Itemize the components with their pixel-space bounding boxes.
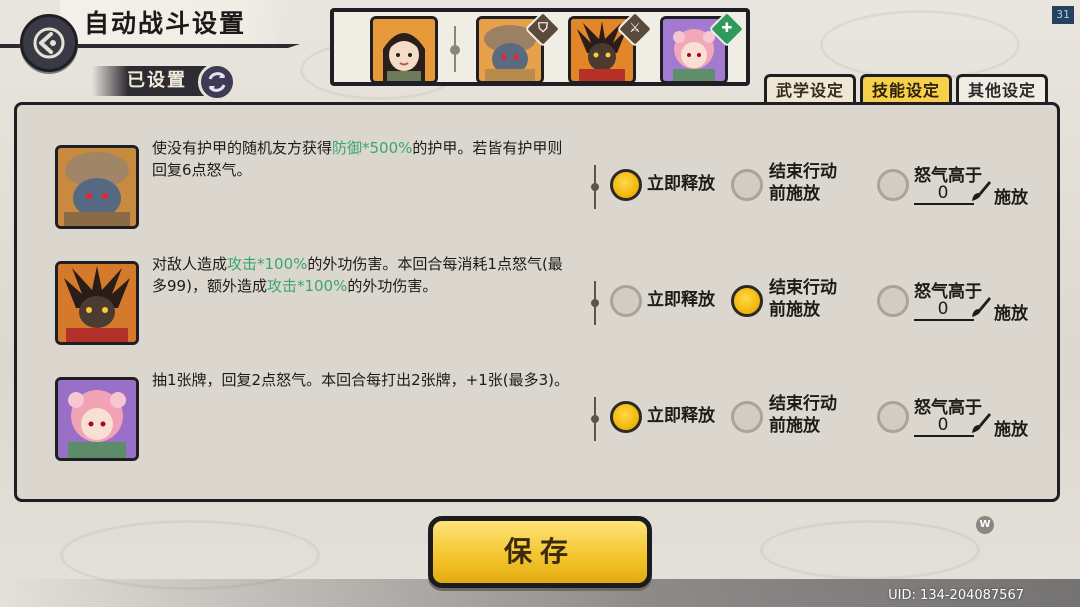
page-title: 自动战斗设置 xyxy=(84,9,247,38)
option-immediate-label: 立即释放 xyxy=(647,290,715,310)
skill-settings-panel: 使没有护甲的随机友方获得防御*500%的护甲。若皆有护甲则回复6点怒气。 立即释… xyxy=(14,102,1060,502)
skill-description: 抽1张牌，回复2点怒气。本回合每打出2张牌，+1张(最多3)。 xyxy=(152,371,569,389)
skill-portrait-2 xyxy=(55,261,139,345)
skill-girl-portrait-icon xyxy=(58,380,136,458)
radio-rage-threshold[interactable] xyxy=(877,401,909,433)
option-rage-suffix: 施放 xyxy=(994,420,1028,440)
edit-brush-icon[interactable] xyxy=(969,295,993,319)
skill-shield-portrait-icon xyxy=(58,148,136,226)
back-arrow-icon xyxy=(33,27,65,59)
radio-immediate[interactable] xyxy=(610,285,642,317)
skill-description: 使没有护甲的随机友方获得防御*500%的护甲。若皆有护甲则回复6点怒气。 xyxy=(152,139,563,179)
rage-value-input[interactable]: 0 xyxy=(914,299,974,321)
option-rage-suffix: 施放 xyxy=(994,304,1028,324)
character-portrait-icon xyxy=(373,19,435,81)
fps-counter: 31 xyxy=(1052,6,1074,24)
option-separator xyxy=(591,281,599,325)
status-label: 已设置 xyxy=(92,66,212,96)
radio-end-action[interactable] xyxy=(731,401,763,433)
rage-value-input[interactable]: 0 xyxy=(914,183,974,205)
option-separator xyxy=(591,397,599,441)
skill-row: 对敌人造成攻击*100%的外功伤害。本回合每消耗1点怒气(最多99)，额外造成攻… xyxy=(17,247,1057,357)
team-separator xyxy=(450,26,460,72)
background-swirl xyxy=(820,10,1020,80)
uid-label: UID: 134-204087567 xyxy=(888,588,1024,603)
skill-beast-portrait-icon xyxy=(58,264,136,342)
back-button[interactable] xyxy=(20,14,78,72)
option-immediate-label: 立即释放 xyxy=(647,174,715,194)
edit-brush-icon[interactable] xyxy=(969,411,993,435)
radio-end-action[interactable] xyxy=(731,285,763,317)
option-separator xyxy=(591,165,599,209)
radio-rage-threshold[interactable] xyxy=(877,169,909,201)
skill-description: 对敌人造成攻击*100%的外功伤害。本回合每消耗1点怒气(最多99)，额外造成攻… xyxy=(152,255,563,295)
skill-portrait-3 xyxy=(55,377,139,461)
tab-other[interactable]: 其他设定 xyxy=(956,74,1048,104)
option-end-action-label: 结束行动 前施放 xyxy=(769,394,837,436)
save-button[interactable]: 保存 xyxy=(428,516,652,588)
skill-row: 使没有护甲的随机友方获得防御*500%的护甲。若皆有护甲则回复6点怒气。 立即释… xyxy=(17,131,1057,241)
radio-end-action[interactable] xyxy=(731,169,763,201)
skill-row: 抽1张牌，回复2点怒气。本回合每打出2张牌，+1张(最多3)。 立即释放 结束行… xyxy=(17,363,1057,473)
team-bar: ⛉ ⚔ ✚ xyxy=(330,8,750,86)
swap-arrows-icon xyxy=(208,72,226,92)
option-end-action-label: 结束行动 前施放 xyxy=(769,278,837,320)
option-rage-suffix: 施放 xyxy=(994,188,1028,208)
background-swirl xyxy=(760,520,980,580)
radio-immediate[interactable] xyxy=(610,401,642,433)
team-portrait-main[interactable] xyxy=(370,16,438,84)
edit-brush-icon[interactable] xyxy=(969,179,993,203)
option-end-action-label: 结束行动 前施放 xyxy=(769,162,837,204)
refresh-icon[interactable] xyxy=(198,63,236,101)
rage-value-input[interactable]: 0 xyxy=(914,415,974,437)
w-badge: W xyxy=(976,516,994,534)
radio-immediate[interactable] xyxy=(610,169,642,201)
tab-martial-arts[interactable]: 武学设定 xyxy=(764,74,856,104)
radio-rage-threshold[interactable] xyxy=(877,285,909,317)
option-immediate-label: 立即释放 xyxy=(647,406,715,426)
skill-portrait-1 xyxy=(55,145,139,229)
tab-skills[interactable]: 技能设定 xyxy=(860,74,952,104)
